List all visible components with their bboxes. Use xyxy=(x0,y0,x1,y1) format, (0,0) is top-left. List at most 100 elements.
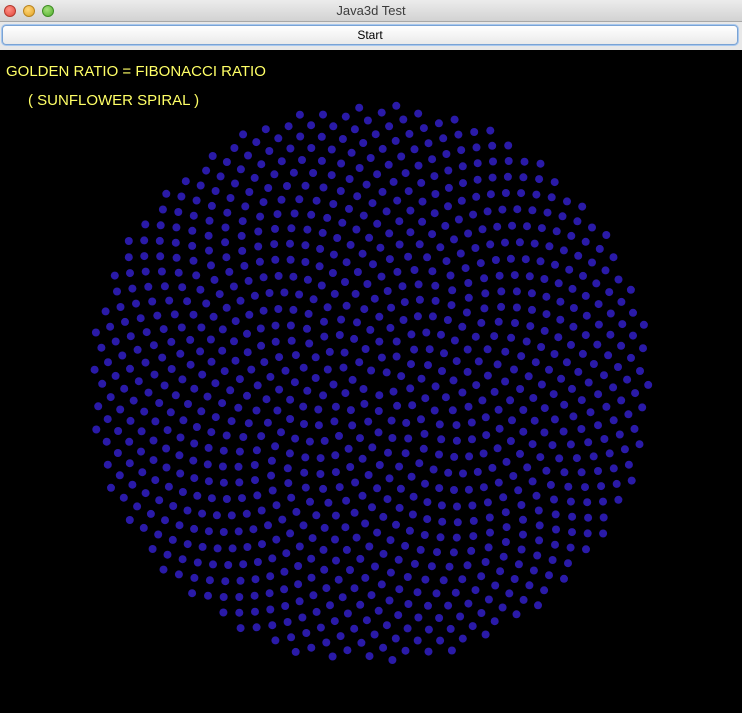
spiral-dot xyxy=(338,218,347,227)
spiral-dot xyxy=(158,353,167,362)
spiral-dot xyxy=(414,109,423,118)
spiral-dot xyxy=(564,559,572,568)
spiral-dot xyxy=(557,374,566,383)
spiral-dot xyxy=(391,634,400,643)
spiral-dot xyxy=(424,625,433,634)
spiral-dot xyxy=(624,410,633,419)
spiral-dot xyxy=(323,213,332,222)
spiral-dot xyxy=(614,363,622,371)
spiral-dot xyxy=(365,652,374,661)
spiral-dot xyxy=(274,271,283,280)
spiral-dot xyxy=(551,260,559,269)
spiral-dot xyxy=(299,521,308,530)
spiral-dot xyxy=(507,333,516,342)
spiral-dot xyxy=(141,267,150,276)
spiral-dot xyxy=(433,548,441,557)
spiral-dot xyxy=(506,254,515,263)
spiral-dot xyxy=(316,470,325,478)
spiral-dot xyxy=(415,459,424,468)
spiral-dot xyxy=(316,454,325,463)
start-button[interactable]: Start xyxy=(2,25,738,45)
spiral-dot xyxy=(219,593,228,601)
spiral-dot xyxy=(639,320,648,329)
spiral-dot xyxy=(280,567,289,576)
spiral-dot xyxy=(358,249,367,258)
window-title: Java3d Test xyxy=(336,3,406,18)
spiral-dot xyxy=(188,241,197,250)
spiral-dot xyxy=(581,291,590,300)
spiral-dot xyxy=(477,318,486,327)
spiral-dot xyxy=(552,525,560,534)
spiral-dot xyxy=(260,358,269,367)
spiral-dot xyxy=(290,378,299,387)
spiral-dot xyxy=(366,325,375,334)
spiral-dot xyxy=(452,357,461,366)
spiral-dot xyxy=(384,448,392,457)
spiral-dot xyxy=(545,242,554,251)
spiral-dot xyxy=(568,384,576,393)
spiral-dot xyxy=(469,516,478,525)
spiral-dot xyxy=(303,225,312,234)
spiral-dot xyxy=(490,617,499,626)
spiral-dot xyxy=(296,132,305,141)
spiral-dot xyxy=(357,638,366,647)
spiral-dot xyxy=(204,231,213,240)
spiral-dot xyxy=(243,329,251,338)
spiral-dot xyxy=(251,607,259,616)
spiral-dot xyxy=(510,575,519,583)
spiral-dot xyxy=(450,235,458,244)
spiral-dot xyxy=(605,288,614,297)
spiral-dot xyxy=(151,476,160,485)
spiral-dot xyxy=(346,406,355,415)
spiral-dot xyxy=(300,468,309,477)
spiral-dot xyxy=(329,200,338,208)
spiral-dot xyxy=(286,415,295,423)
spiral-dot xyxy=(271,321,280,330)
spiral-dot xyxy=(348,421,357,430)
spiral-dot xyxy=(174,268,183,277)
spiral-dot xyxy=(481,289,490,298)
spiral-dot xyxy=(488,173,497,182)
spiral-dot xyxy=(404,187,413,196)
spiral-dot xyxy=(624,460,633,469)
spiral-dot xyxy=(464,279,473,287)
spiral-dot xyxy=(546,480,555,489)
spiral-dot xyxy=(458,388,467,397)
spiral-dot xyxy=(231,179,239,188)
spiral-dot xyxy=(209,312,218,321)
spiral-dot xyxy=(373,528,382,537)
spiral-dot xyxy=(594,390,603,399)
spiral-dot xyxy=(235,608,244,617)
spiral-dot xyxy=(373,219,382,228)
spiral-dot xyxy=(291,647,300,656)
spiral-dot xyxy=(312,511,321,520)
spiral-dot xyxy=(512,303,521,312)
spiral-dot xyxy=(236,296,245,305)
spiral-dot xyxy=(325,347,334,356)
spiral-dot xyxy=(448,406,457,415)
spiral-dot xyxy=(157,267,166,276)
spiral-dot xyxy=(362,616,371,625)
spiral-dot xyxy=(320,523,329,532)
spiral-dot xyxy=(639,344,647,353)
spiral-dot xyxy=(486,528,494,537)
spiral-dot xyxy=(542,292,551,301)
spiral-dot xyxy=(583,529,592,538)
spiral-dot xyxy=(423,498,432,507)
spiral-dot xyxy=(283,182,291,190)
spiral-dot xyxy=(366,154,375,162)
title-bar[interactable]: Java3d Test xyxy=(0,0,742,22)
spiral-dot xyxy=(226,194,235,202)
spiral-dot xyxy=(483,498,492,507)
spiral-dot xyxy=(242,509,251,518)
spiral-dot xyxy=(196,347,205,356)
spiral-dot xyxy=(371,130,380,139)
spiral-dot xyxy=(126,364,134,373)
spiral-dot xyxy=(118,351,127,360)
spiral-dot xyxy=(268,621,277,630)
spiral-dot xyxy=(444,601,453,610)
spiral-dot xyxy=(459,179,467,188)
spiral-dot xyxy=(192,196,201,205)
spiral-dot xyxy=(328,652,337,661)
spiral-dot xyxy=(181,177,190,186)
